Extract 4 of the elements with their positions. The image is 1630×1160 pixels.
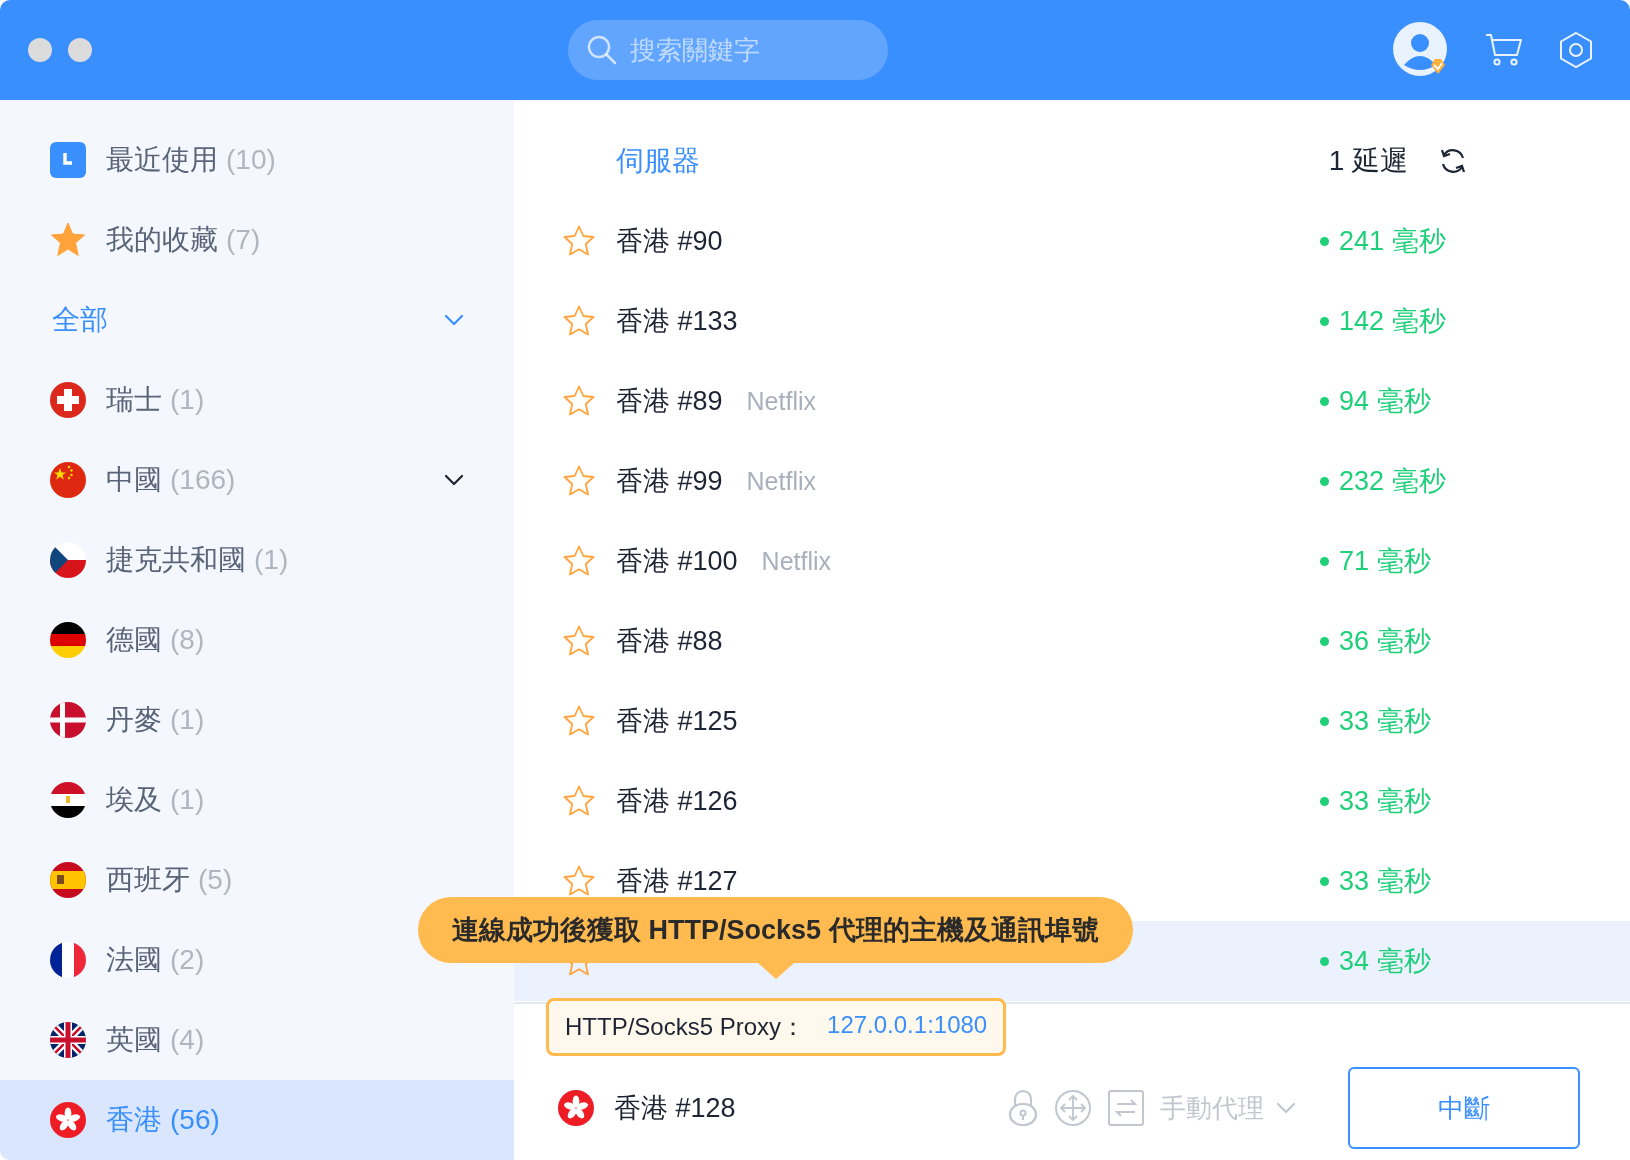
proxy-label: HTTP/Socks5 Proxy：	[565, 1012, 806, 1042]
connected-server: 香港 #128	[614, 1092, 736, 1125]
proxy-address: 127.0.0.1:1080	[827, 1011, 988, 1040]
column-header: 伺服器	[616, 144, 700, 178]
